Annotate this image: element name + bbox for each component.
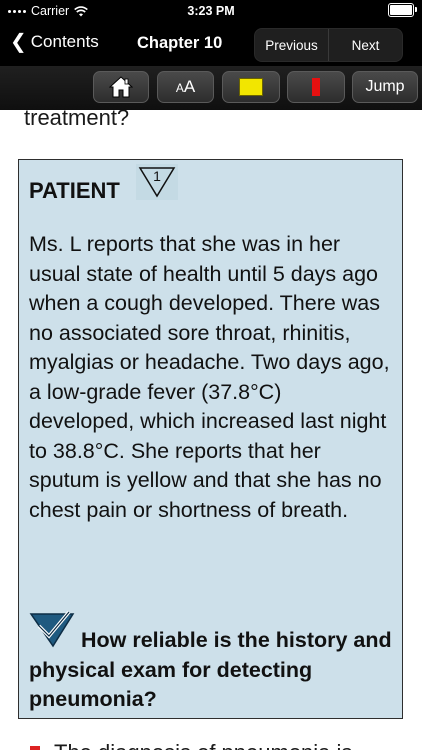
patient-paragraph: Ms. L reports that she was in her usual … (29, 232, 390, 522)
next-text-line: The diagnosis of pneumonia is (30, 740, 352, 750)
highlight-button[interactable] (222, 71, 280, 103)
case-number: 1 (153, 168, 161, 184)
back-label: Contents (30, 32, 99, 51)
prev-next-segmented-control: Previous Next (254, 28, 403, 62)
next-text-content: The diagnosis of pneumonia is (54, 740, 352, 750)
font-size-button[interactable]: AA (157, 71, 214, 103)
jump-button[interactable]: Jump (352, 71, 418, 103)
bookmark-icon (312, 78, 320, 96)
font-size-icon: AA (175, 77, 196, 96)
status-time: 3:23 PM (187, 4, 235, 18)
navigation-bar: ❮ Contents Chapter 10 Previous Next (0, 22, 422, 66)
chapter-content[interactable]: treatment? PATIENT 1 Ms. L reports that … (0, 110, 422, 750)
battery-icon (388, 3, 417, 17)
next-button[interactable]: Next (328, 29, 402, 61)
patient-heading: PATIENT (29, 178, 120, 203)
previous-button[interactable]: Previous (255, 29, 328, 61)
highlighter-icon (239, 78, 263, 96)
checkmark-question-icon (29, 610, 75, 648)
patient-case-box: PATIENT 1 Ms. L reports that she was in … (18, 159, 403, 719)
home-button[interactable] (93, 71, 149, 103)
previous-text-line: treatment? (24, 110, 130, 130)
question-block: How reliable is the history and physical… (29, 608, 394, 715)
back-to-contents-button[interactable]: ❮ Contents (10, 29, 99, 53)
page-title: Chapter 10 (137, 34, 223, 52)
question-text: How reliable is the history and physical… (29, 628, 392, 711)
reader-toolbar: AA Jump (0, 66, 422, 110)
chevron-left-icon: ❮ (10, 29, 27, 53)
red-bullet-icon (30, 746, 40, 750)
status-bar: Carrier 3:23 PM (0, 0, 422, 22)
bookmark-button[interactable] (287, 71, 345, 103)
home-icon (109, 76, 133, 98)
case-number-badge: 1 (136, 164, 178, 200)
